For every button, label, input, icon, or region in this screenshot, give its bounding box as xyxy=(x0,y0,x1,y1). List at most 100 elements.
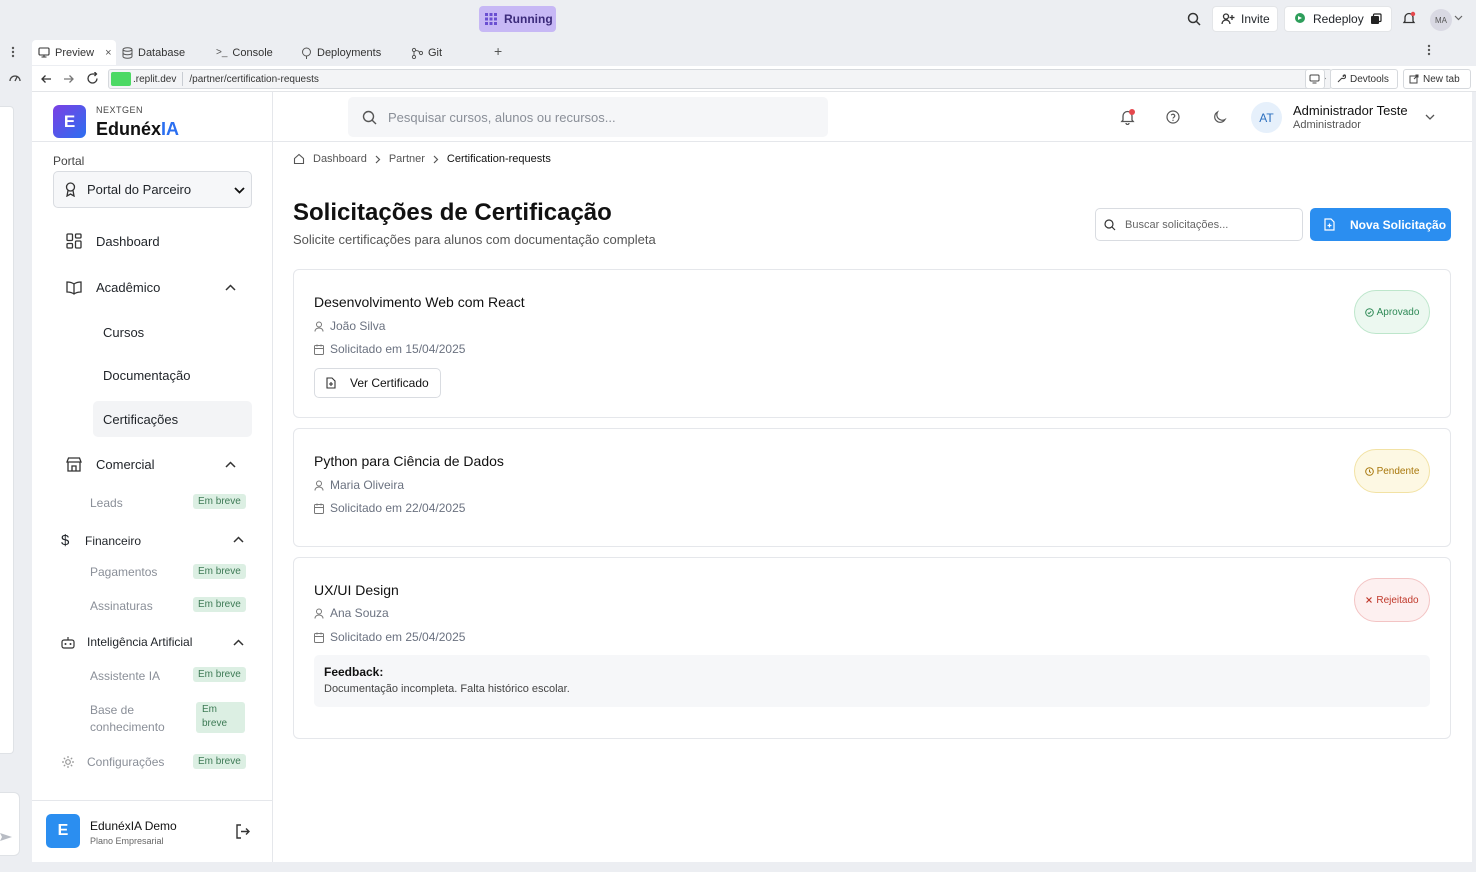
bell-icon[interactable] xyxy=(1402,11,1416,26)
coming-soon-badge: Em breve xyxy=(193,667,246,682)
status-label: Aprovado xyxy=(1376,306,1420,318)
sidebar-item-label: Acadêmico xyxy=(96,280,161,295)
feedback-label: Feedback: xyxy=(324,665,384,679)
sidebar-item-academico[interactable]: Acadêmico xyxy=(66,280,238,295)
chevron-down-icon[interactable] xyxy=(1454,15,1463,21)
chevron-down-icon[interactable] xyxy=(1425,114,1435,120)
requests-search-input[interactable]: Buscar solicitações... xyxy=(1095,208,1303,241)
moon-icon[interactable] xyxy=(1213,110,1227,124)
divider xyxy=(32,141,272,142)
global-search[interactable]: Pesquisar cursos, alunos ou recursos... xyxy=(348,97,828,137)
status-label: Pendente xyxy=(1376,465,1420,477)
invite-label: Invite xyxy=(1241,12,1270,26)
search-icon[interactable] xyxy=(1187,12,1201,26)
requests-search-placeholder: Buscar solicitações... xyxy=(1125,218,1229,231)
chevron-right-icon xyxy=(375,155,381,164)
sidebar-item-assinaturas[interactable]: Assinaturas xyxy=(90,599,153,613)
course-name: UX/UI Design xyxy=(314,582,399,598)
student-name: João Silva xyxy=(330,319,386,333)
devtools-button[interactable]: Devtools xyxy=(1330,69,1398,89)
file-icon xyxy=(326,377,336,389)
sidebar-item-leads[interactable]: Leads xyxy=(90,496,123,510)
sidebar-item-configuracoes[interactable]: Configurações xyxy=(61,755,164,769)
sidebar-item-label: Configurações xyxy=(87,755,165,769)
git-icon xyxy=(411,47,423,59)
portal-select[interactable]: Portal do Parceiro xyxy=(53,171,252,208)
close-icon[interactable]: × xyxy=(105,47,111,59)
tab-git[interactable]: Git xyxy=(405,40,485,65)
status-badge-approved: Aprovado xyxy=(1354,290,1430,334)
url-domain: .replit.dev xyxy=(133,73,177,85)
org-avatar: E xyxy=(46,814,80,848)
running-label: Running xyxy=(504,12,553,26)
devtools-label: Devtools xyxy=(1350,73,1389,85)
rail-panel xyxy=(0,106,14,754)
kebab-icon[interactable] xyxy=(1427,44,1431,56)
user-name[interactable]: Administrador Teste xyxy=(1293,103,1408,118)
sidebar-item-dashboard[interactable]: Dashboard xyxy=(66,233,160,249)
redeploy-button[interactable]: Redeploy xyxy=(1284,6,1392,32)
rail-panel xyxy=(0,792,20,856)
new-request-button[interactable]: Nova Solicitação xyxy=(1310,208,1451,241)
student-meta: Maria Oliveira xyxy=(314,478,404,492)
chevron-up-icon xyxy=(233,639,244,646)
tab-preview[interactable]: Preview × xyxy=(32,40,116,65)
badge-line: Em xyxy=(202,704,217,715)
sidebar-item-comercial[interactable]: Comercial xyxy=(66,457,238,472)
brand-name: EdunéxIA xyxy=(96,119,179,140)
user-avatar[interactable]: MA xyxy=(1430,9,1452,31)
clock-icon xyxy=(1364,466,1374,476)
request-date: Solicitado em 22/04/2025 xyxy=(330,501,466,515)
sidebar-item-label: Base de xyxy=(90,703,135,717)
sidebar-item-ia[interactable]: Inteligência Artificial xyxy=(61,635,244,649)
page-subtitle: Solicite certificações para alunos com d… xyxy=(293,232,656,247)
tab-database[interactable]: Database xyxy=(116,40,208,65)
new-tab-button[interactable]: New tab xyxy=(1403,69,1471,89)
request-card: UX/UI Design Ana Souza Solicitado em 25/… xyxy=(293,557,1451,739)
device-button[interactable] xyxy=(1305,69,1325,89)
wrench-icon xyxy=(1336,74,1346,84)
sidebar-item-label: Assistente IA xyxy=(90,669,161,683)
status-badge-rejected: Rejeitado xyxy=(1354,578,1430,622)
url-field[interactable]: .replit.dev /partner/certification-reque… xyxy=(108,69,1332,89)
add-tab-icon[interactable]: + xyxy=(494,43,502,59)
brand-name-part1: Edunéx xyxy=(96,119,162,139)
sidebar-item-label: Assinaturas xyxy=(90,599,153,613)
bell-icon[interactable] xyxy=(1120,109,1135,125)
sidebar-item-certificacoes[interactable]: Certificações xyxy=(93,401,252,437)
tab-console[interactable]: >_ Console xyxy=(210,40,294,65)
back-icon[interactable] xyxy=(40,73,52,85)
terminal-icon: >_ xyxy=(216,47,228,58)
user-avatar[interactable]: AT xyxy=(1251,102,1282,133)
page-title: Solicitações de Certificação xyxy=(293,199,612,226)
sidebar-item-base-conhecimento[interactable]: Base de conhecimento xyxy=(90,702,165,736)
database-icon xyxy=(122,46,133,59)
sidebar-item-documentacao[interactable]: Documentação xyxy=(103,368,190,383)
gauge-icon[interactable] xyxy=(9,73,21,83)
view-certificate-button[interactable]: Ver Certificado xyxy=(314,368,441,398)
student-meta: Ana Souza xyxy=(314,606,389,620)
help-icon[interactable] xyxy=(1166,110,1180,124)
breadcrumb-item[interactable]: Dashboard xyxy=(313,153,367,165)
sidebar-item-financeiro[interactable]: $ Financeiro xyxy=(61,532,244,549)
sidebar-item-pagamentos[interactable]: Pagamentos xyxy=(90,565,157,579)
logout-icon[interactable] xyxy=(235,824,250,839)
home-icon[interactable] xyxy=(293,153,305,165)
date-meta: Solicitado em 25/04/2025 xyxy=(314,630,465,644)
send-icon[interactable] xyxy=(0,831,12,843)
forward-icon[interactable] xyxy=(63,73,75,85)
breadcrumb-current: Certification-requests xyxy=(446,153,551,165)
refresh-icon[interactable] xyxy=(86,72,99,85)
running-status[interactable]: Running xyxy=(479,6,556,32)
sidebar-item-assistente[interactable]: Assistente IA xyxy=(90,669,160,683)
badge-line: breve xyxy=(202,718,228,729)
breadcrumb-item[interactable]: Partner xyxy=(389,153,425,165)
sidebar-item-cursos[interactable]: Cursos xyxy=(103,325,144,340)
divider xyxy=(32,800,272,801)
tab-deployments[interactable]: Deployments xyxy=(295,40,405,65)
chevron-up-icon xyxy=(233,536,244,543)
monitor-icon xyxy=(38,47,50,58)
x-icon xyxy=(1365,596,1373,604)
kebab-icon[interactable] xyxy=(11,46,15,58)
invite-button[interactable]: Invite xyxy=(1212,6,1278,32)
